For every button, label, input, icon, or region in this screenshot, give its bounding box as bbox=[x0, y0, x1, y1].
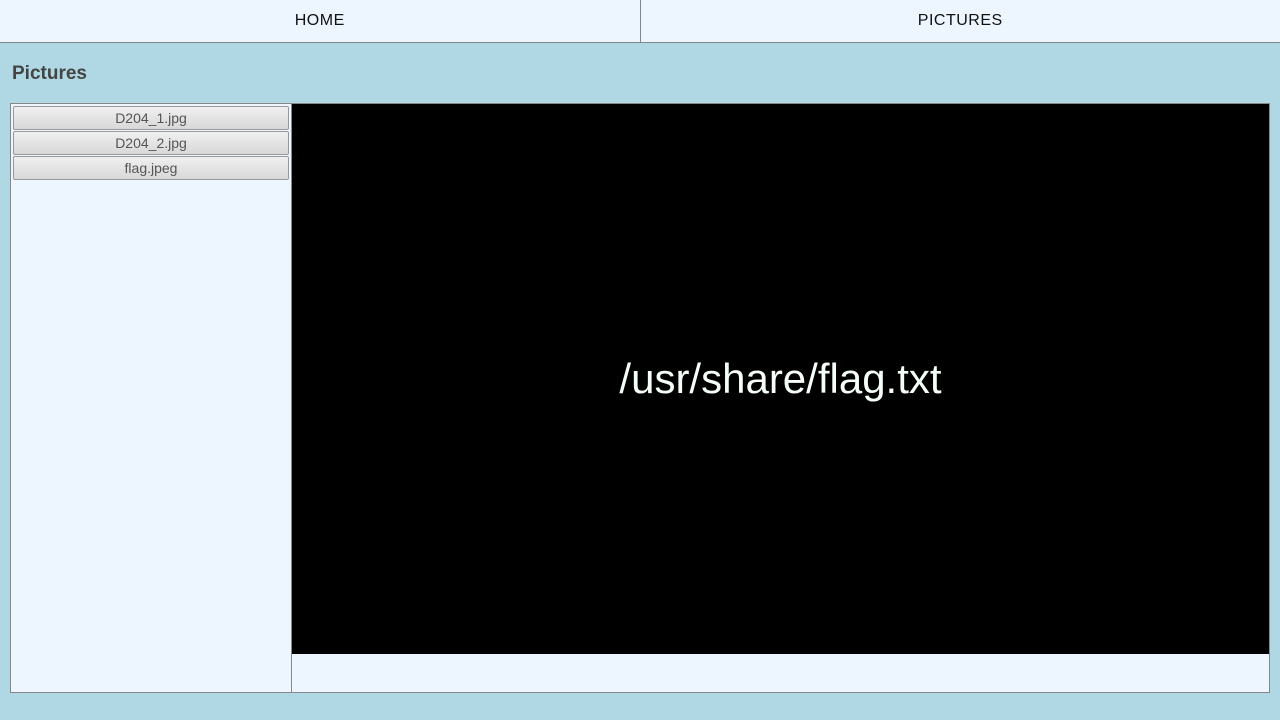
nav-home[interactable]: HOME bbox=[0, 0, 641, 42]
file-item[interactable]: D204_1.jpg bbox=[13, 106, 289, 130]
panels: D204_1.jpg D204_2.jpg flag.jpeg /usr/sha… bbox=[10, 103, 1270, 693]
nav-pictures[interactable]: PICTURES bbox=[641, 0, 1280, 42]
preview-image: /usr/share/flag.txt bbox=[292, 104, 1269, 654]
file-item[interactable]: flag.jpeg bbox=[13, 156, 289, 180]
preview-panel: /usr/share/flag.txt bbox=[292, 103, 1270, 693]
preview-text: /usr/share/flag.txt bbox=[619, 355, 941, 403]
file-list: D204_1.jpg D204_2.jpg flag.jpeg bbox=[10, 103, 292, 693]
content: Pictures D204_1.jpg D204_2.jpg flag.jpeg… bbox=[0, 43, 1280, 703]
page-title: Pictures bbox=[12, 63, 1270, 85]
file-item[interactable]: D204_2.jpg bbox=[13, 131, 289, 155]
top-nav: HOME PICTURES bbox=[0, 0, 1280, 43]
